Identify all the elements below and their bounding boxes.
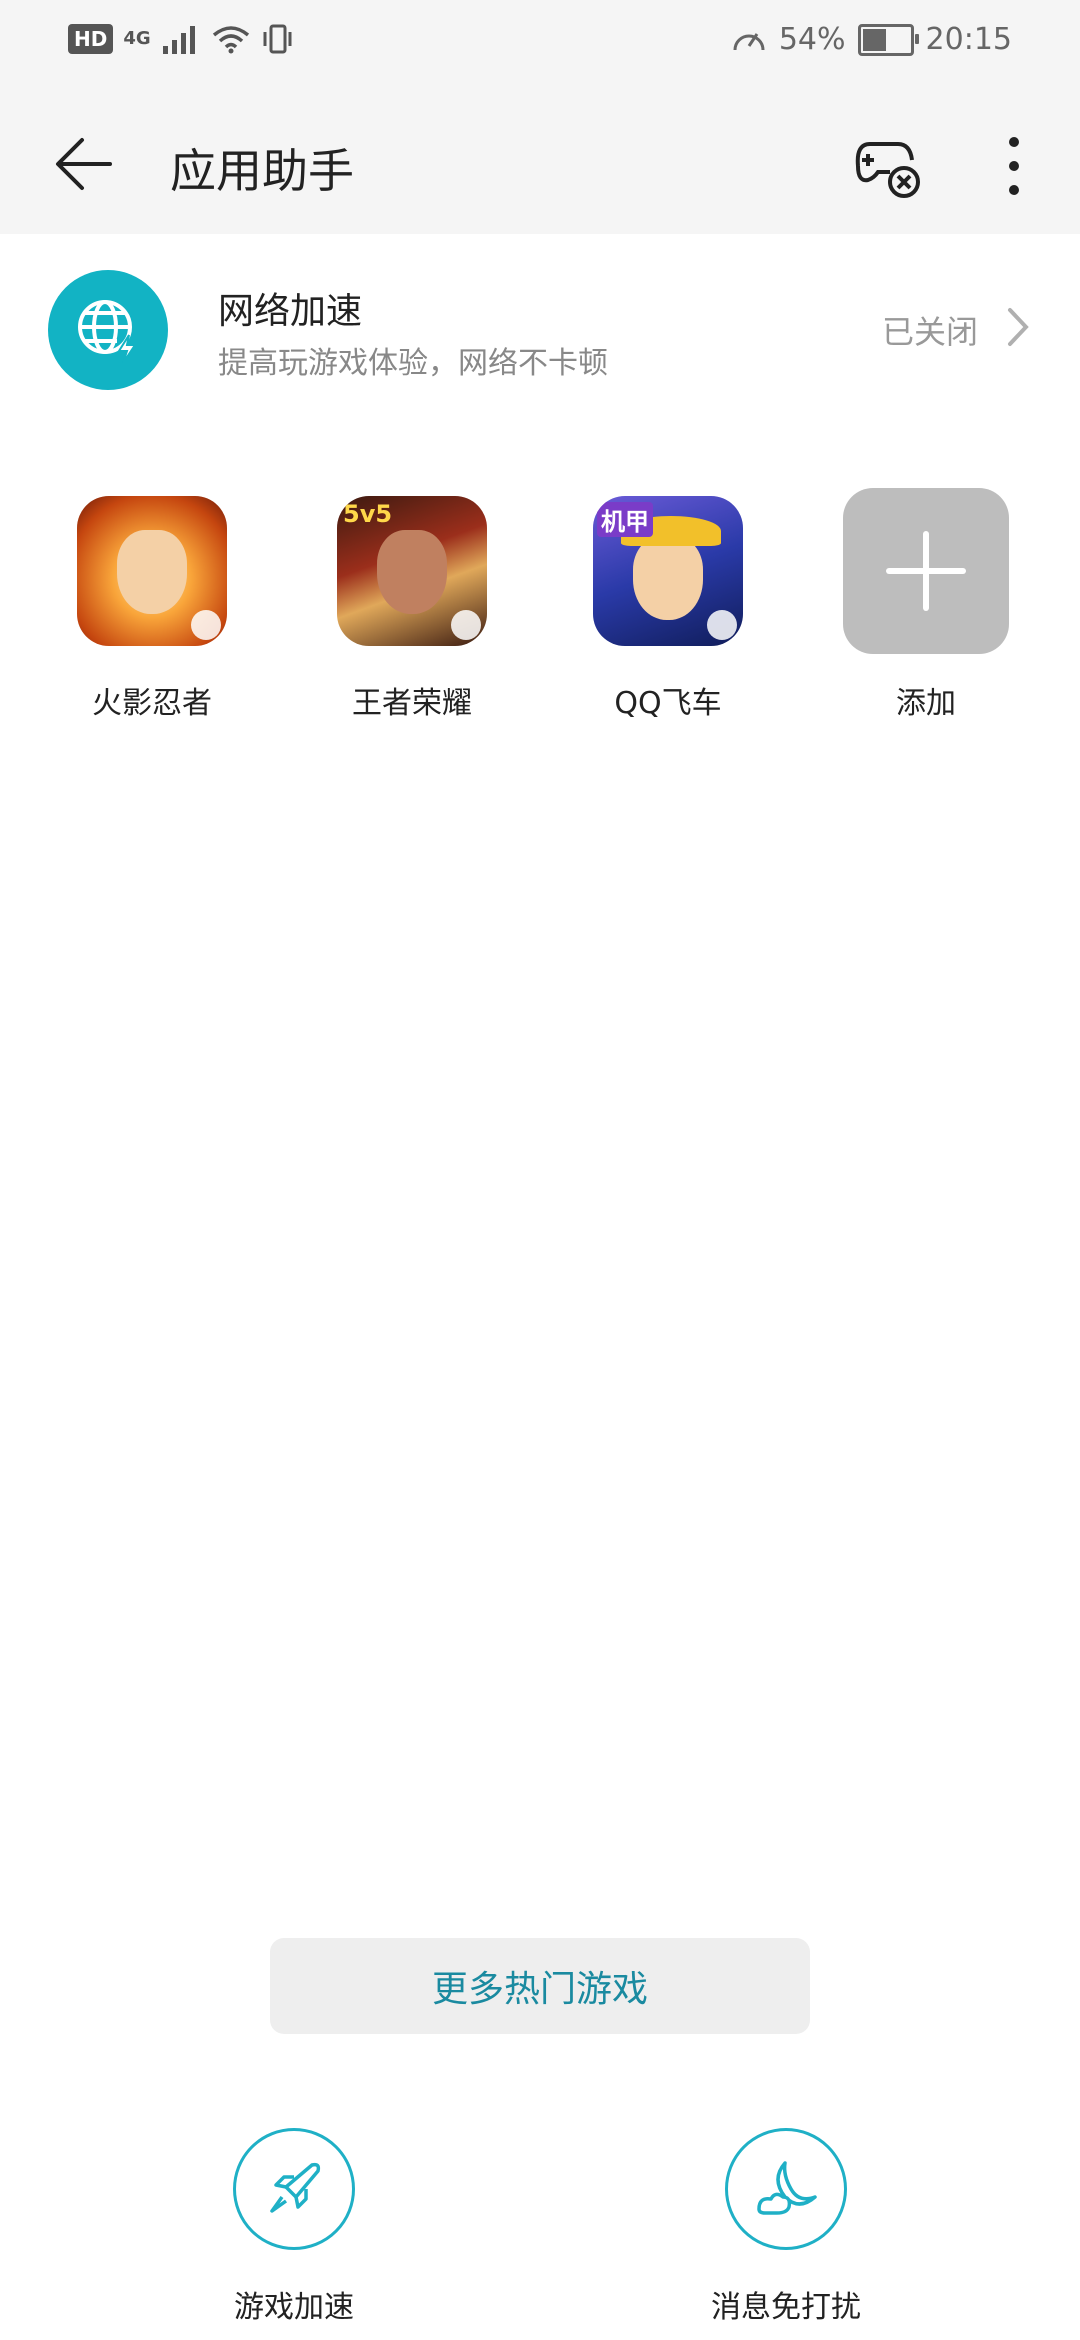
shortcut-label: 游戏加速 xyxy=(234,2290,354,2325)
back-button[interactable] xyxy=(52,132,116,196)
do-not-disturb-shortcut[interactable]: 消息免打扰 xyxy=(656,2128,916,2326)
battery-percent: 54% xyxy=(778,22,846,57)
more-games-button[interactable]: 更多热门游戏 xyxy=(270,1938,810,2034)
hd-badge: HD xyxy=(68,24,114,54)
more-dot xyxy=(1009,137,1019,147)
network-boost-row[interactable]: 网络加速 提高玩游戏体验，网络不卡顿 已关闭 xyxy=(0,262,1080,402)
back-arrow-icon xyxy=(56,138,112,190)
wifi-icon xyxy=(212,26,249,54)
game-label: 添加 xyxy=(896,686,956,721)
signal-icon xyxy=(162,26,195,54)
more-dot xyxy=(1009,161,1019,171)
moon-icon xyxy=(757,2161,817,2215)
qq-speed-app-icon: 机甲 xyxy=(593,496,743,646)
qq-badge: 机甲 xyxy=(597,502,653,537)
game-item-honor-of-kings[interactable]: 5v5 王者荣耀 xyxy=(302,496,522,722)
clock: 20:15 xyxy=(925,22,1012,57)
game-boost-circle xyxy=(233,2128,355,2250)
game-label: QQ飞车 xyxy=(614,686,722,721)
naruto-app-icon xyxy=(77,496,227,646)
app-corner-logo xyxy=(451,610,481,640)
chevron-right-icon xyxy=(1008,308,1029,346)
globe-bolt-icon xyxy=(78,300,137,364)
hok-badge: 5v5 xyxy=(343,500,393,528)
network-boost-title: 网络加速 xyxy=(218,291,363,332)
speedometer-icon xyxy=(733,32,765,50)
rocket-icon xyxy=(270,2162,321,2213)
vibrate-icon xyxy=(263,24,292,54)
add-icon xyxy=(843,488,1009,654)
status-right: 54% 20:15 xyxy=(731,22,1012,57)
more-options-button[interactable] xyxy=(992,130,1036,202)
game-item-qq-speed[interactable]: 机甲 QQ飞车 xyxy=(558,496,778,722)
app-corner-logo xyxy=(707,610,737,640)
plus-vertical xyxy=(923,531,929,611)
hok-face xyxy=(377,530,447,614)
battery-fill xyxy=(862,28,886,51)
network-boost-status: 已关闭 xyxy=(881,313,978,351)
naruto-face xyxy=(117,530,187,614)
honor-of-kings-app-icon: 5v5 xyxy=(337,496,487,646)
game-label: 火影忍者 xyxy=(92,686,212,721)
status-left: HD 4G xyxy=(68,24,295,54)
battery-icon xyxy=(857,23,919,56)
qq-face xyxy=(633,536,703,620)
app-corner-logo xyxy=(191,610,221,640)
game-label: 王者荣耀 xyxy=(352,686,472,721)
add-game-button[interactable]: 添加 xyxy=(816,488,1036,722)
game-item-naruto[interactable]: 火影忍者 xyxy=(42,496,262,722)
app-header: 应用助手 xyxy=(0,110,1080,220)
game-boost-shortcut[interactable]: 游戏加速 xyxy=(164,2128,424,2326)
shortcut-label: 消息免打扰 xyxy=(711,2290,861,2325)
more-dot xyxy=(1009,185,1019,195)
status-bar: HD 4G 54% 20:15 xyxy=(0,0,1080,90)
do-not-disturb-circle xyxy=(725,2128,847,2250)
gamepad-close-icon xyxy=(855,142,920,198)
game-mode-button[interactable] xyxy=(852,130,924,202)
network-boost-subtitle: 提高玩游戏体验，网络不卡顿 xyxy=(218,346,608,381)
page-title: 应用助手 xyxy=(170,144,354,198)
network-boost-badge xyxy=(48,270,168,390)
network-type: 4G xyxy=(123,28,151,49)
